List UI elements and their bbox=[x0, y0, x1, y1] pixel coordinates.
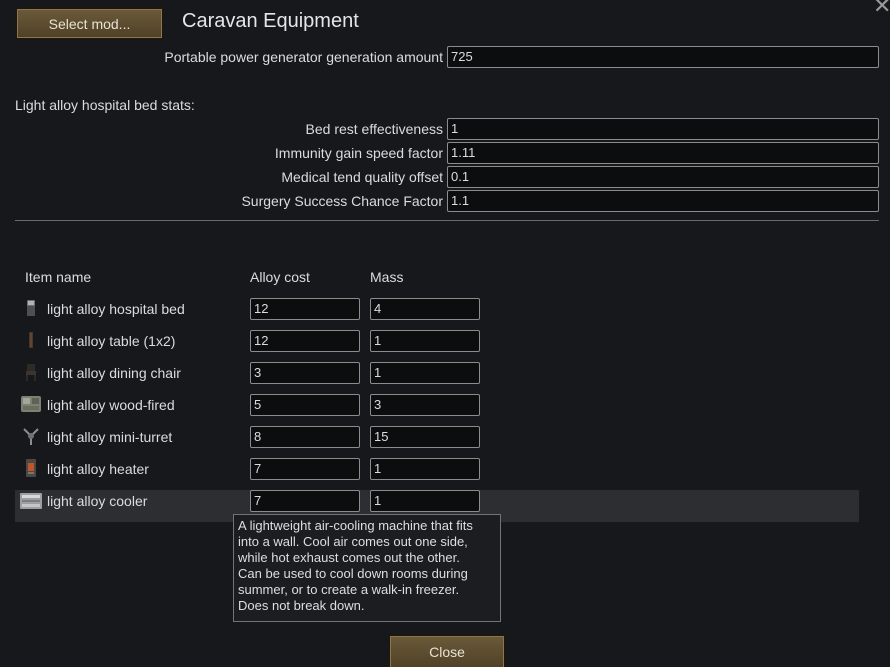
close-button[interactable]: Close bbox=[388, 634, 506, 667]
bed-stats-heading: Light alloy hospital bed stats: bbox=[15, 97, 195, 113]
item-name: light alloy wood-fired bbox=[47, 397, 175, 413]
alloy-cost-field[interactable]: 5 bbox=[250, 394, 360, 416]
alloy-cost-field[interactable]: 12 bbox=[250, 330, 360, 352]
surgery-chance-field[interactable]: 1.1 bbox=[447, 190, 879, 212]
heater-icon bbox=[26, 459, 36, 477]
immunity-gain-label: Immunity gain speed factor bbox=[274, 145, 443, 161]
mass-field[interactable]: 1 bbox=[370, 330, 480, 352]
mass-field[interactable]: 4 bbox=[370, 298, 480, 320]
mass-field[interactable]: 1 bbox=[370, 458, 480, 480]
wood-fired-generator-icon bbox=[21, 396, 41, 412]
page-title: Caravan Equipment bbox=[182, 10, 359, 32]
item-name: light alloy heater bbox=[47, 461, 149, 477]
caravan-equipment-dialog: ✕ Select mod... Caravan Equipment Portab… bbox=[0, 0, 890, 667]
alloy-cost-field[interactable]: 12 bbox=[250, 298, 360, 320]
alloy-cost-field[interactable]: 3 bbox=[250, 362, 360, 384]
cooler-icon bbox=[20, 493, 42, 509]
mass-field[interactable]: 1 bbox=[370, 490, 480, 512]
immunity-gain-field[interactable]: 1.11 bbox=[447, 142, 879, 164]
generator-amount-field[interactable]: 725 bbox=[447, 46, 879, 68]
tend-quality-field[interactable]: 0.1 bbox=[447, 166, 879, 188]
item-name: light alloy hospital bed bbox=[47, 301, 185, 317]
bed-rest-field[interactable]: 1 bbox=[447, 118, 879, 140]
item-name: light alloy cooler bbox=[47, 493, 148, 509]
bed-rest-label: Bed rest effectiveness bbox=[305, 121, 443, 137]
alloy-cost-field[interactable]: 7 bbox=[250, 458, 360, 480]
dining-chair-icon bbox=[26, 364, 36, 381]
table-icon bbox=[29, 332, 33, 348]
mini-turret-icon bbox=[23, 428, 39, 445]
tend-quality-label: Medical tend quality offset bbox=[281, 169, 443, 185]
window-close-icon[interactable]: ✕ bbox=[873, 0, 890, 17]
hospital-bed-icon bbox=[27, 300, 35, 316]
mass-field[interactable]: 3 bbox=[370, 394, 480, 416]
item-description-tooltip: A lightweight air-cooling machine that f… bbox=[233, 514, 501, 622]
alloy-cost-field[interactable]: 7 bbox=[250, 490, 360, 512]
mass-field[interactable]: 1 bbox=[370, 362, 480, 384]
item-name: light alloy dining chair bbox=[47, 365, 181, 381]
item-name: light alloy table (1x2) bbox=[47, 333, 176, 349]
generator-amount-label: Portable power generator generation amou… bbox=[164, 49, 443, 65]
select-mod-button[interactable]: Select mod... bbox=[15, 7, 164, 40]
section-divider bbox=[15, 220, 879, 221]
col-header-item-name: Item name bbox=[25, 269, 92, 285]
col-header-alloy-cost: Alloy cost bbox=[250, 269, 310, 285]
item-name: light alloy mini-turret bbox=[47, 429, 173, 445]
mass-field[interactable]: 15 bbox=[370, 426, 480, 448]
col-header-mass: Mass bbox=[370, 269, 404, 285]
alloy-cost-field[interactable]: 8 bbox=[250, 426, 360, 448]
surgery-chance-label: Surgery Success Chance Factor bbox=[241, 193, 443, 209]
